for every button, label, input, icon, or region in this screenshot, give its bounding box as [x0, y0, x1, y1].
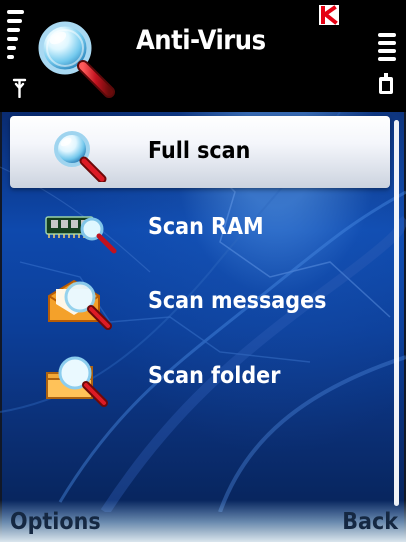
- brand-k-icon: [319, 5, 339, 25]
- menu-item-label: Scan messages: [148, 288, 327, 314]
- magnifier-icon: [38, 21, 115, 98]
- antivirus-screen: Anti-Virus Full scan Scan RAM Scan messa…: [0, 0, 406, 542]
- scan-folder-icon: [46, 356, 108, 407]
- scan-ram-icon: [45, 216, 117, 254]
- menu-item-label: Scan folder: [148, 363, 281, 389]
- menu-item-label: Full scan: [148, 138, 251, 164]
- menu-item-scan-messages[interactable]: Scan messages: [10, 266, 390, 338]
- menu-item-scan-ram[interactable]: Scan RAM: [10, 192, 390, 264]
- scan-menu-list: Full scan Scan RAM Scan messages Scan fo…: [10, 116, 390, 416]
- antenna-icon: [12, 78, 27, 98]
- menu-item-scan-folder[interactable]: Scan folder: [10, 341, 390, 413]
- options-softkey[interactable]: Options: [10, 509, 101, 535]
- app-title: Anti-Virus: [136, 25, 266, 56]
- softkey-bar: Options Back: [0, 500, 406, 542]
- menu-item-label: Scan RAM: [148, 214, 264, 240]
- scan-messages-icon: [48, 279, 112, 330]
- battery-icon: [375, 33, 399, 98]
- menu-item-full-scan[interactable]: Full scan: [10, 116, 390, 188]
- status-bar: Anti-Virus: [0, 0, 406, 112]
- full-scan-icon: [54, 131, 107, 182]
- vertical-scrollbar[interactable]: [394, 120, 399, 506]
- signal-strength-icon: [4, 10, 30, 98]
- scrollbar-thumb[interactable]: [394, 120, 399, 506]
- back-softkey[interactable]: Back: [342, 509, 398, 535]
